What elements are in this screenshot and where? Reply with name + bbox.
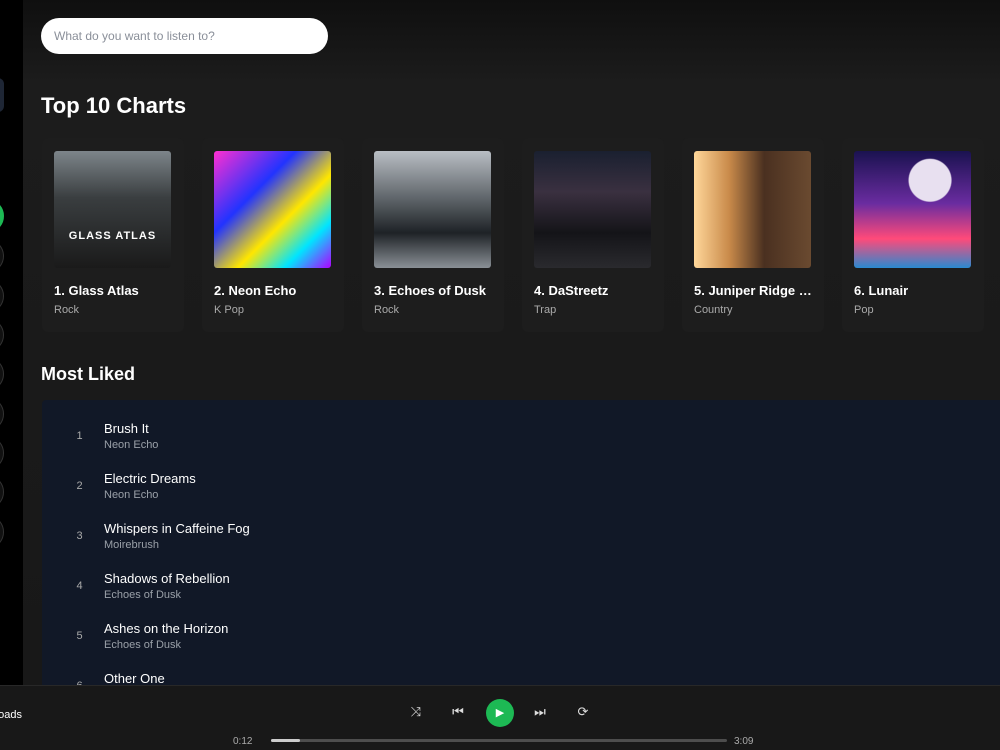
card-genre: Pop [854, 304, 874, 316]
search-input[interactable] [41, 18, 328, 54]
progress-fill [271, 739, 300, 742]
card-title: 5. Juniper Ridge Ramblers [694, 283, 818, 298]
play-button[interactable]: ▶ [486, 699, 514, 727]
track-row[interactable]: 2 Electric Dreams Neon Echo [42, 450, 1000, 501]
chart-card[interactable]: GLASS ATLAS 1. Glass Atlas Rock [42, 138, 184, 332]
sidebar-active-item[interactable] [0, 78, 4, 112]
progress-bar[interactable] [271, 739, 727, 742]
track-row[interactable]: 1 Brush It Neon Echo [42, 400, 1000, 451]
track-row[interactable]: 6Other One [42, 650, 1000, 685]
track-number: 2 [76, 480, 83, 492]
chart-card[interactable]: 6. Lunair Pop [842, 138, 984, 332]
player-bar: Downloads ⤨ ⏮ ▶ ⏭ ⟳ 0:12 3:09 [0, 685, 1000, 750]
previous-icon[interactable]: ⏮ [446, 702, 470, 722]
sidebar-playlist-avatar[interactable] [0, 515, 4, 549]
chart-card[interactable]: 2. Neon Echo K Pop [202, 138, 344, 332]
track-title: Ashes on the Horizon [104, 621, 229, 636]
album-art: GLASS ATLAS [54, 151, 171, 268]
chart-card[interactable]: 5. Juniper Ridge Ramblers Country [682, 138, 824, 332]
track-row[interactable]: 4 Shadows of Rebellion Echoes of Dusk [42, 550, 1000, 601]
card-genre: Rock [374, 304, 400, 316]
track-number: 5 [76, 630, 83, 642]
track-title: Shadows of Rebellion [104, 571, 230, 586]
sidebar-playlist-avatar[interactable] [0, 475, 4, 509]
sidebar-playlist-avatar[interactable] [0, 397, 4, 431]
card-genre: Country [694, 304, 733, 316]
sidebar-playlist-avatar[interactable] [0, 436, 4, 470]
album-art [534, 151, 651, 268]
sidebar-playlist-avatar[interactable] [0, 239, 4, 273]
elapsed-time: 0:12 [233, 736, 253, 747]
most-liked-list: 1 Brush It Neon Echo 2 Electric Dreams Neon … [42, 400, 1000, 685]
track-row[interactable]: 5 Ashes on the Horizon Echoes of Dusk [42, 600, 1000, 651]
sidebar-playlist-avatar[interactable] [0, 357, 4, 391]
chart-card[interactable]: 3. Echoes of Dusk Rock [362, 138, 504, 332]
card-genre: K Pop [214, 304, 244, 316]
track-title: Whispers in Caffeine Fog [104, 521, 250, 536]
card-title: 1. Glass Atlas [54, 283, 139, 298]
album-art [854, 151, 971, 268]
track-title: Electric Dreams [104, 471, 196, 486]
main-content: Top 10 Charts GLASS ATLAS 1. Glass Atlas… [23, 0, 1000, 685]
most-liked-heading: Most Liked [41, 364, 136, 384]
sidebar [0, 0, 23, 685]
chart-card[interactable]: 4. DaStreetz Trap [522, 138, 664, 332]
track-row[interactable]: 3 Whispers in Caffeine Fog Moirebrush [42, 500, 1000, 551]
track-title: Brush It [104, 421, 149, 436]
album-art [374, 151, 491, 268]
track-number: 1 [76, 430, 83, 442]
card-genre: Trap [534, 304, 557, 316]
track-number: 4 [76, 580, 83, 592]
sidebar-playlist-avatar[interactable] [0, 279, 4, 313]
album-art [694, 151, 811, 268]
card-title: 6. Lunair [854, 283, 909, 298]
track-number: 3 [76, 530, 83, 542]
duration-time: 3:09 [734, 736, 754, 747]
card-title: 2. Neon Echo [214, 283, 297, 298]
track-title: Other One [104, 671, 165, 685]
card-genre: Rock [54, 304, 80, 316]
card-title: 3. Echoes of Dusk [374, 283, 486, 298]
sidebar-playlist-avatar[interactable] [0, 318, 4, 352]
album-art [214, 151, 331, 268]
card-title: 4. DaStreetz [534, 283, 609, 298]
sidebar-playlist-avatar[interactable] [0, 199, 4, 233]
shuffle-icon[interactable]: ⤨ [404, 702, 428, 722]
repeat-icon[interactable]: ⟳ [571, 702, 595, 722]
top-charts-heading: Top 10 Charts [41, 93, 187, 118]
next-icon[interactable]: ⏭ [528, 702, 552, 722]
sidebar-downloads-link[interactable]: Downloads [0, 709, 22, 721]
